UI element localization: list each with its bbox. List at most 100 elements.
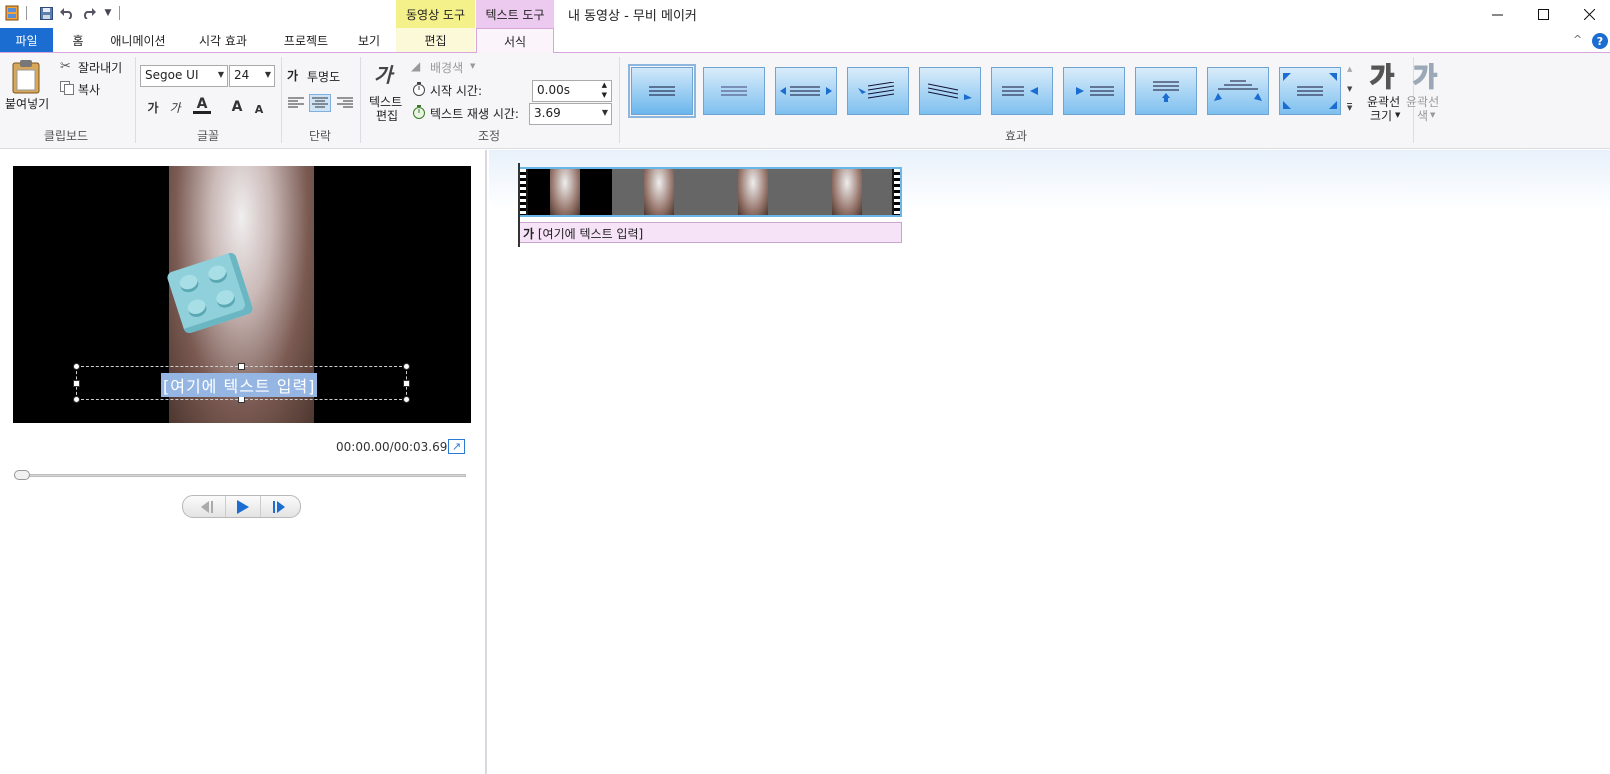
clip-frame (738, 169, 768, 215)
maximize-button[interactable] (1520, 0, 1566, 28)
resize-handle[interactable] (403, 380, 410, 387)
caption-text-box[interactable]: [여기에 텍스트 입력] (73, 363, 410, 403)
effect-fly-in-diagonal[interactable] (847, 67, 909, 115)
tab-visual-effects[interactable]: 시각 효과 (188, 28, 258, 52)
tab-file[interactable]: 파일 (0, 28, 53, 52)
text-duration-combo[interactable]: 3.69 ▼ (529, 103, 612, 125)
resize-handle[interactable] (403, 396, 410, 403)
gallery-expand-icon[interactable]: ▼ (1347, 103, 1353, 112)
tab-animation[interactable]: 애니메이션 (100, 28, 176, 52)
transparency-button[interactable]: 투명도 (307, 68, 340, 85)
font-family-value: Segoe UI (145, 68, 199, 82)
undo-icon[interactable] (59, 5, 75, 21)
fullscreen-icon[interactable]: ↗ (448, 439, 465, 454)
ribbon-tab-row: 파일 홈 애니메이션 시각 효과 프로젝트 보기 편집 서식 ^ ? (0, 28, 1610, 54)
stopwatch-green-icon (412, 105, 426, 122)
customize-qat-chevron-icon[interactable]: ▼ (100, 5, 116, 21)
resize-handle[interactable] (238, 396, 245, 403)
paste-button[interactable]: 붙여넣기 (5, 95, 49, 112)
effect-fade[interactable] (703, 67, 765, 115)
clip-frame (768, 169, 832, 215)
redo-icon[interactable] (81, 5, 97, 21)
minimize-button[interactable] (1474, 0, 1520, 28)
caption-track-item[interactable]: 가 [여기에 텍스트 입력] (518, 222, 902, 243)
resize-handle[interactable] (73, 396, 80, 403)
save-icon[interactable] (38, 5, 54, 21)
font-family-combo[interactable]: Segoe UI ▼ (140, 65, 228, 87)
video-preview[interactable]: [여기에 텍스트 입력] (13, 166, 471, 423)
paragraph-group-label: 단락 (308, 129, 332, 143)
chevron-down-icon: ▼ (601, 108, 608, 117)
film-sprocket-left (520, 169, 526, 215)
copy-button[interactable]: 복사 (78, 81, 100, 98)
gallery-scroll-up-icon[interactable]: ▲ (1347, 65, 1352, 73)
clip-frame (550, 169, 580, 215)
clip-frame (862, 169, 892, 215)
effect-fly-in-left[interactable] (1063, 67, 1125, 115)
tab-edit[interactable]: 편집 (396, 28, 475, 52)
text-duration-value: 3.69 (534, 106, 561, 120)
seek-bar[interactable] (14, 474, 466, 477)
seek-thumb[interactable] (14, 470, 30, 480)
playback-controls (182, 495, 301, 518)
align-right-icon[interactable] (337, 97, 353, 112)
grow-font-button[interactable]: A (228, 98, 246, 116)
effect-fly-in-sides[interactable] (775, 67, 837, 115)
transparency-icon: 가 (287, 69, 299, 83)
caption-text[interactable]: [여기에 텍스트 입력] (161, 373, 318, 397)
shrink-font-button[interactable]: A (250, 100, 268, 118)
effect-perspective[interactable] (1207, 67, 1269, 115)
caption-track-text: [여기에 텍스트 입력] (537, 227, 644, 241)
storyboard-pane[interactable] (489, 150, 1610, 774)
copy-icon (60, 81, 74, 98)
font-size-combo[interactable]: 24 ▼ (229, 65, 275, 87)
spin-up-icon[interactable]: ▲ (602, 81, 607, 89)
start-time-value: 0.00s (537, 83, 570, 97)
clipboard-group-label: 클립보드 (43, 129, 89, 143)
bold-button[interactable]: 가 (144, 98, 162, 116)
previous-frame-icon[interactable] (191, 496, 223, 517)
chevron-down-icon: ▼ (217, 70, 224, 79)
effect-fly-in-right[interactable] (991, 67, 1053, 115)
edit-text-icon[interactable]: 가 (374, 59, 392, 88)
outline-color-button-line2: 색 (1417, 109, 1429, 123)
gallery-scroll-down-icon[interactable]: ▼ (1347, 85, 1352, 93)
tab-view[interactable]: 보기 (350, 28, 388, 52)
start-time-spinner[interactable]: 0.00s ▲ ▼ (532, 80, 612, 102)
next-frame-icon[interactable] (263, 496, 295, 517)
collapse-ribbon-icon[interactable]: ^ (1573, 33, 1582, 46)
effect-zoom-corners[interactable] (1279, 67, 1341, 115)
font-color-button[interactable]: A (193, 96, 211, 114)
outline-size-icon[interactable]: 가 (1369, 57, 1394, 94)
clip-frame (580, 169, 612, 215)
effects-group-label: 효과 (1004, 129, 1028, 143)
play-icon[interactable] (225, 496, 261, 517)
resize-handle[interactable] (73, 363, 80, 370)
resize-handle[interactable] (238, 363, 245, 370)
tab-format[interactable]: 서식 (476, 28, 554, 54)
tab-project[interactable]: 프로젝트 (270, 28, 342, 52)
resize-handle[interactable] (403, 363, 410, 370)
effect-fly-in-bottom[interactable] (1135, 67, 1197, 115)
resize-handle[interactable] (73, 380, 80, 387)
tab-home[interactable]: 홈 (60, 28, 96, 52)
spin-down-icon[interactable]: ▼ (602, 91, 607, 99)
align-center-icon[interactable] (309, 94, 331, 112)
window-title: 내 동영상 - 무비 메이커 (568, 9, 697, 24)
help-icon[interactable]: ? (1592, 33, 1608, 49)
text-tools-context-header: 텍스트 도구 (476, 0, 554, 28)
playhead[interactable] (518, 163, 520, 247)
video-tools-context-header: 동영상 도구 (396, 0, 475, 28)
edit-text-button-line2[interactable]: 편집 (376, 107, 398, 124)
paste-icon[interactable] (10, 59, 44, 97)
align-left-icon[interactable] (288, 97, 304, 112)
effect-none[interactable] (628, 64, 696, 118)
video-clip-thumbnail[interactable] (518, 167, 902, 217)
effect-fly-down-right[interactable] (919, 67, 981, 115)
cut-button[interactable]: 잘라내기 (78, 59, 122, 76)
paint-bucket-icon: ◢ (411, 59, 421, 73)
close-button[interactable] (1566, 0, 1610, 28)
outline-size-button-line2[interactable]: 크기 (1370, 107, 1392, 124)
clip-frame (644, 169, 674, 215)
italic-button[interactable]: 가 (166, 98, 184, 116)
